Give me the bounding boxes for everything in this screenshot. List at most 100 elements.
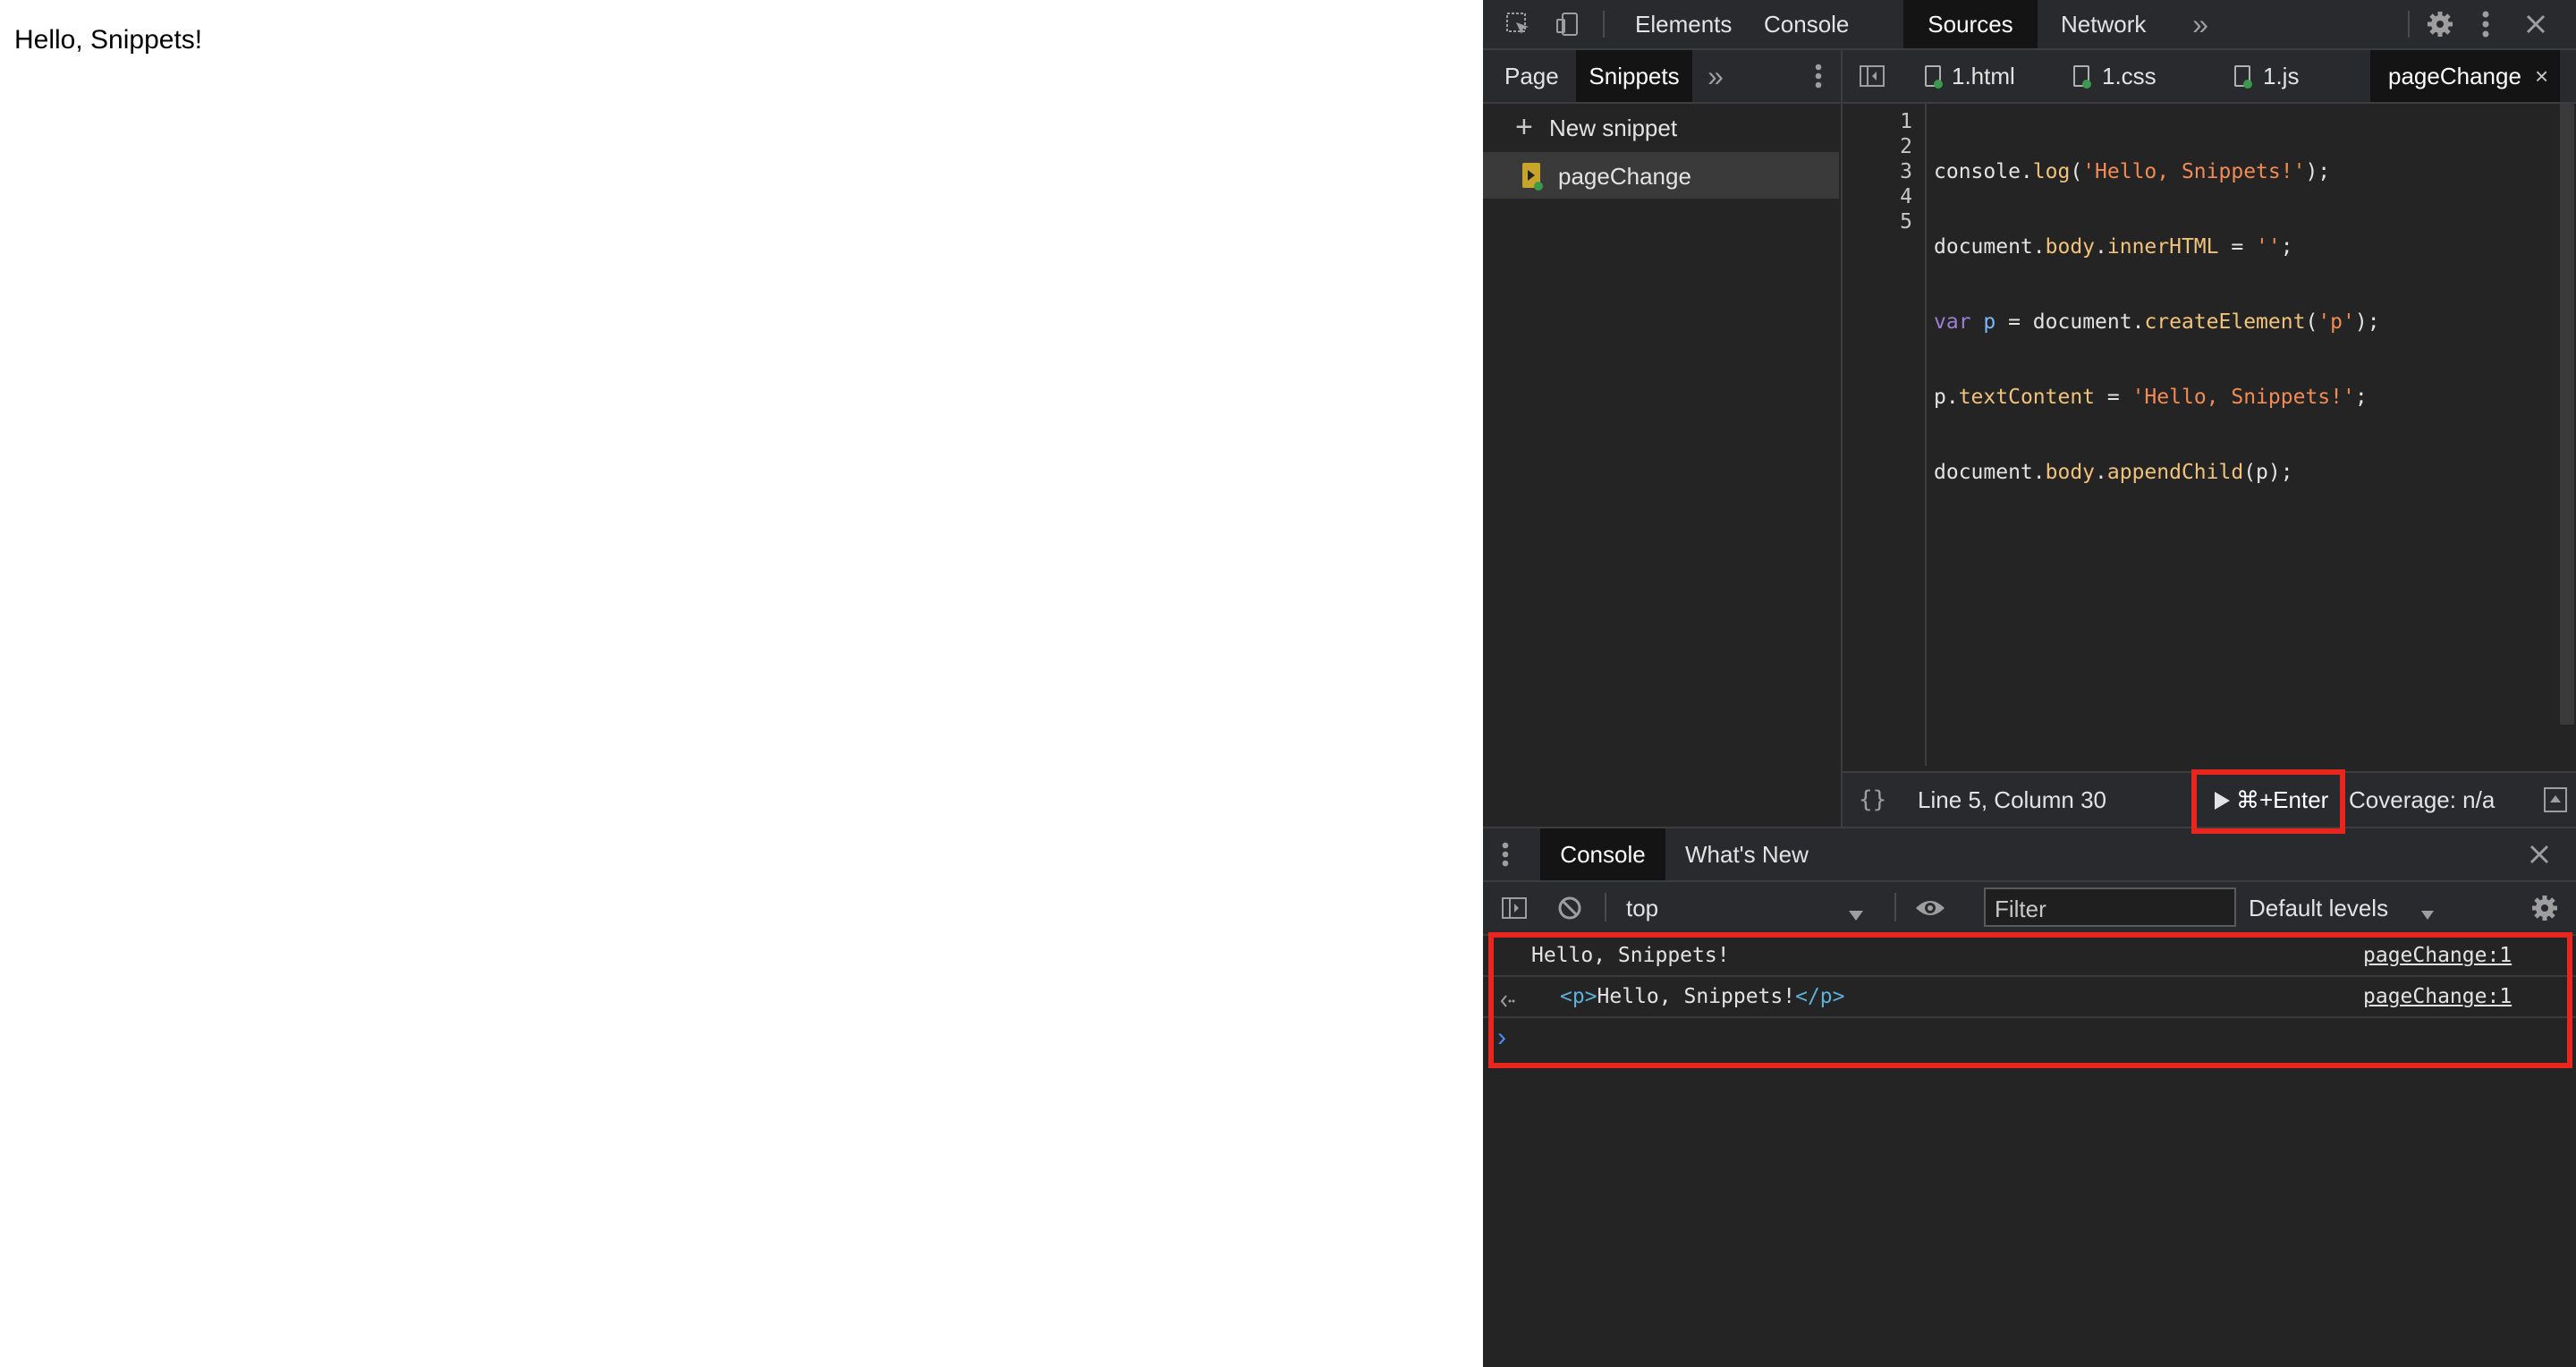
coverage-status: Coverage: n/a (2349, 786, 2496, 813)
settings-gear-icon[interactable] (2422, 7, 2458, 41)
close-tab-icon[interactable]: × (2535, 50, 2548, 102)
code-line: document.body.appendChild(p); (1934, 460, 2380, 485)
navigator-pane: Page Snippets » + New snippet pageChange (1483, 50, 1843, 827)
line-number: 4 (1900, 185, 1912, 208)
more-navigator-tabs-icon[interactable]: » (1698, 50, 1733, 102)
console-result-element[interactable]: <p>Hello, Snippets!</p> (1560, 977, 1845, 1016)
code-token: 'p' (2318, 310, 2355, 334)
tab-network[interactable]: Network (2046, 0, 2160, 48)
line-number-gutter: 1 2 3 4 5 (1843, 104, 1927, 766)
code-token: body (2045, 461, 2096, 484)
code-token: p (1983, 310, 1996, 334)
devtools-panel: Elements Console Sources Network » Page … (1483, 0, 2576, 1367)
console-settings-gear-icon[interactable] (2528, 891, 2562, 925)
new-snippet-label: New snippet (1549, 115, 1678, 141)
inspect-element-icon[interactable] (1503, 9, 1533, 39)
code-token: document. (1934, 235, 2046, 259)
code-token: ( (2305, 310, 2318, 334)
code-token: = (2095, 386, 2132, 409)
code-token: ( (2070, 160, 2083, 183)
code-token: console. (1934, 160, 2033, 183)
drawer-menu-icon[interactable] (1492, 839, 1519, 870)
clear-console-icon[interactable] (1555, 893, 1585, 923)
editor-tab-pagechange[interactable]: pageChange × (2370, 50, 2560, 102)
html-tag-close: </p> (1795, 985, 1845, 1008)
file-status-dot (2243, 80, 2252, 89)
console-message-result: <p>Hello, Snippets!</p> pageChange:1 (1483, 977, 2576, 1018)
device-toolbar-icon[interactable] (1553, 9, 1583, 39)
show-sidebar-icon[interactable] (1499, 893, 1530, 923)
toggle-debugger-icon[interactable] (2540, 784, 2571, 816)
editor-pane: 1.html 1.css 1.js pageChange × 1 2 3 4 5 (1843, 50, 2576, 828)
close-drawer-icon[interactable] (2524, 839, 2555, 870)
editor-tab-label: 1.js (2263, 63, 2300, 89)
drawer-tab-console[interactable]: Console (1540, 828, 1665, 880)
html-tag-open: <p> (1560, 985, 1597, 1008)
tab-page[interactable]: Page (1483, 50, 1580, 102)
editor-tab-label: 1.css (2102, 63, 2157, 89)
code-token: ); (2305, 160, 2331, 183)
customize-menu-icon[interactable] (2472, 7, 2499, 41)
live-expression-eye-icon[interactable] (1912, 893, 1948, 923)
context-value: top (1626, 895, 1659, 921)
code-token: ); (2354, 310, 2380, 334)
prompt-chevron-icon: › (1497, 1023, 1506, 1052)
code-token: innerHTML (2106, 235, 2219, 259)
console-toolbar: top Filter Default levels (1483, 882, 2576, 936)
editor-tabs: 1.html 1.css 1.js pageChange × (1843, 50, 2576, 104)
result-arrow-icon (1499, 988, 1515, 1015)
drawer-tab-whats-new[interactable]: What's New (1671, 828, 1823, 880)
editor-tab-css[interactable]: 1.css (2057, 50, 2191, 102)
snippet-item[interactable]: pageChange (1483, 154, 1839, 199)
editor-tab-label: 1.html (1952, 63, 2015, 89)
inspected-page: Hello, Snippets! (0, 0, 1483, 1365)
console-filter-input[interactable]: Filter (1984, 887, 2236, 927)
context-selector[interactable]: top (1617, 882, 1877, 934)
tab-sources[interactable]: Sources (1903, 0, 2038, 48)
code-token: appendChild (2106, 461, 2244, 484)
more-tabs-icon[interactable]: » (2181, 0, 2220, 48)
file-status-dot (2082, 80, 2091, 89)
console-source-link[interactable]: pageChange:1 (2363, 936, 2512, 975)
console-prompt[interactable]: › (1483, 1018, 2576, 1057)
tab-snippets[interactable]: Snippets (1576, 50, 1692, 102)
navigator-tabs: Page Snippets » (1483, 50, 1841, 104)
play-icon (2213, 789, 2231, 817)
code-token: document. (1934, 461, 2046, 484)
toggle-navigator-icon[interactable] (1857, 61, 1887, 91)
page-paragraph: Hello, Snippets! (14, 25, 203, 55)
console-source-link[interactable]: pageChange:1 (2363, 977, 2512, 1016)
code-token: textContent (1958, 386, 2096, 409)
editor-scrollbar[interactable] (2560, 104, 2574, 725)
code-line: p.textContent = 'Hello, Snippets!'; (1934, 385, 2380, 410)
tab-elements[interactable]: Elements (1619, 0, 1748, 48)
file-status-dot (1934, 80, 1943, 89)
line-number: 1 (1900, 110, 1912, 133)
run-snippet-button[interactable]: ⌘+Enter (2200, 773, 2343, 827)
code-token: p. (1934, 386, 1959, 409)
log-levels-dropdown[interactable]: Default levels (2249, 882, 2434, 934)
cursor-position: Line 5, Column 30 (1918, 786, 2107, 813)
snippet-name: pageChange (1558, 163, 1691, 190)
editor-tab-label: pageChange (2388, 63, 2521, 89)
toolbar-separator (2408, 11, 2410, 38)
code-token: body (2045, 235, 2096, 259)
code-editor[interactable]: console.log('Hello, Snippets!'); documen… (1934, 109, 2380, 535)
dropdown-arrow-icon (2420, 900, 2435, 928)
code-token: ; (2354, 386, 2368, 409)
code-token: ; (2280, 235, 2293, 259)
editor-tab-html[interactable]: 1.html (1914, 50, 2048, 102)
code-token: log (2032, 160, 2071, 183)
close-devtools-icon[interactable] (2521, 9, 2551, 39)
code-token: . (2095, 461, 2107, 484)
tab-console[interactable]: Console (1750, 0, 1863, 48)
navigator-menu-icon[interactable] (1805, 61, 1832, 91)
code-token: var (1934, 310, 1971, 334)
new-snippet-button[interactable]: + New snippet (1483, 104, 1839, 154)
pretty-print-icon[interactable]: {} (1859, 773, 1886, 827)
code-token: createElement (2144, 310, 2306, 334)
plus-icon: + (1515, 110, 1533, 144)
console-message-text: Hello, Snippets! (1531, 944, 1730, 967)
devtools-main-toolbar: Elements Console Sources Network » (1483, 0, 2576, 50)
editor-tab-js[interactable]: 1.js (2200, 50, 2334, 102)
